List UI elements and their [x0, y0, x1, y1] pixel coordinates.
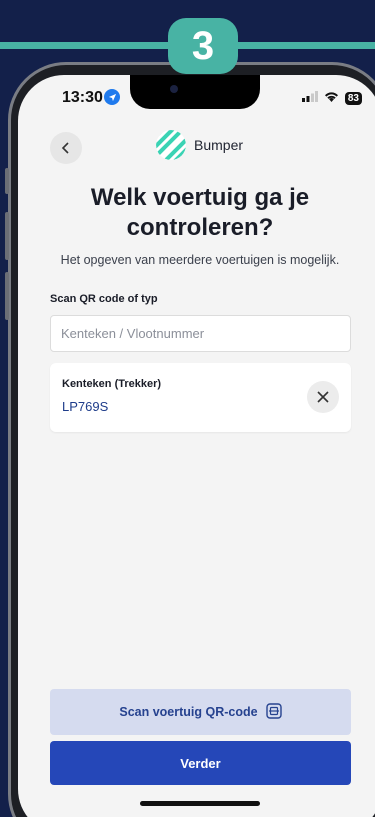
signal-icon: [301, 89, 318, 107]
phone-volume-up-button: [5, 212, 9, 260]
battery-indicator: 83: [344, 91, 362, 105]
page-title: Welk voertuig ga je controleren?: [90, 184, 310, 241]
page-subtitle: Het opgeven van meerdere voertuigen is m…: [60, 253, 340, 267]
remove-vehicle-button[interactable]: [307, 381, 339, 413]
vehicle-type-label: Kenteken (Trekker): [62, 378, 162, 390]
scan-qr-label: Scan voertuig QR-code: [119, 705, 258, 719]
home-indicator: [140, 801, 260, 806]
phone-volume-down-button: [5, 272, 9, 320]
brand-name: Bumper: [194, 137, 244, 153]
next-button-label: Verder: [180, 755, 221, 771]
front-camera-icon: [170, 85, 178, 93]
vehicle-plate-value: LP769S: [62, 399, 109, 414]
step-badge: 3: [168, 18, 238, 74]
license-plate-input[interactable]: [50, 315, 351, 352]
status-time: 13:30: [62, 89, 103, 106]
wifi-icon: [324, 89, 339, 107]
vehicle-card: Kenteken (Trekker) LP769S: [50, 363, 351, 432]
camera-notch: [130, 75, 260, 109]
scan-qr-button[interactable]: Scan voertuig QR-code: [50, 689, 351, 735]
phone-side-button: [5, 168, 9, 194]
bumper-logo-icon: [156, 130, 186, 160]
status-bar: 13:30 83: [18, 75, 375, 119]
chevron-left-icon: [61, 138, 71, 159]
app-screen: 13:30 83 Bumper Welk voertuig ga je cont…: [18, 75, 375, 817]
location-arrow-icon: [104, 89, 120, 105]
close-icon: [317, 387, 329, 408]
back-button[interactable]: [50, 132, 82, 164]
scan-field-label: Scan QR code of typ: [50, 293, 158, 305]
brand-header: Bumper: [156, 130, 243, 160]
qr-scan-icon: [265, 702, 282, 722]
status-indicators: 83: [301, 89, 362, 107]
next-button[interactable]: Verder: [50, 741, 351, 785]
